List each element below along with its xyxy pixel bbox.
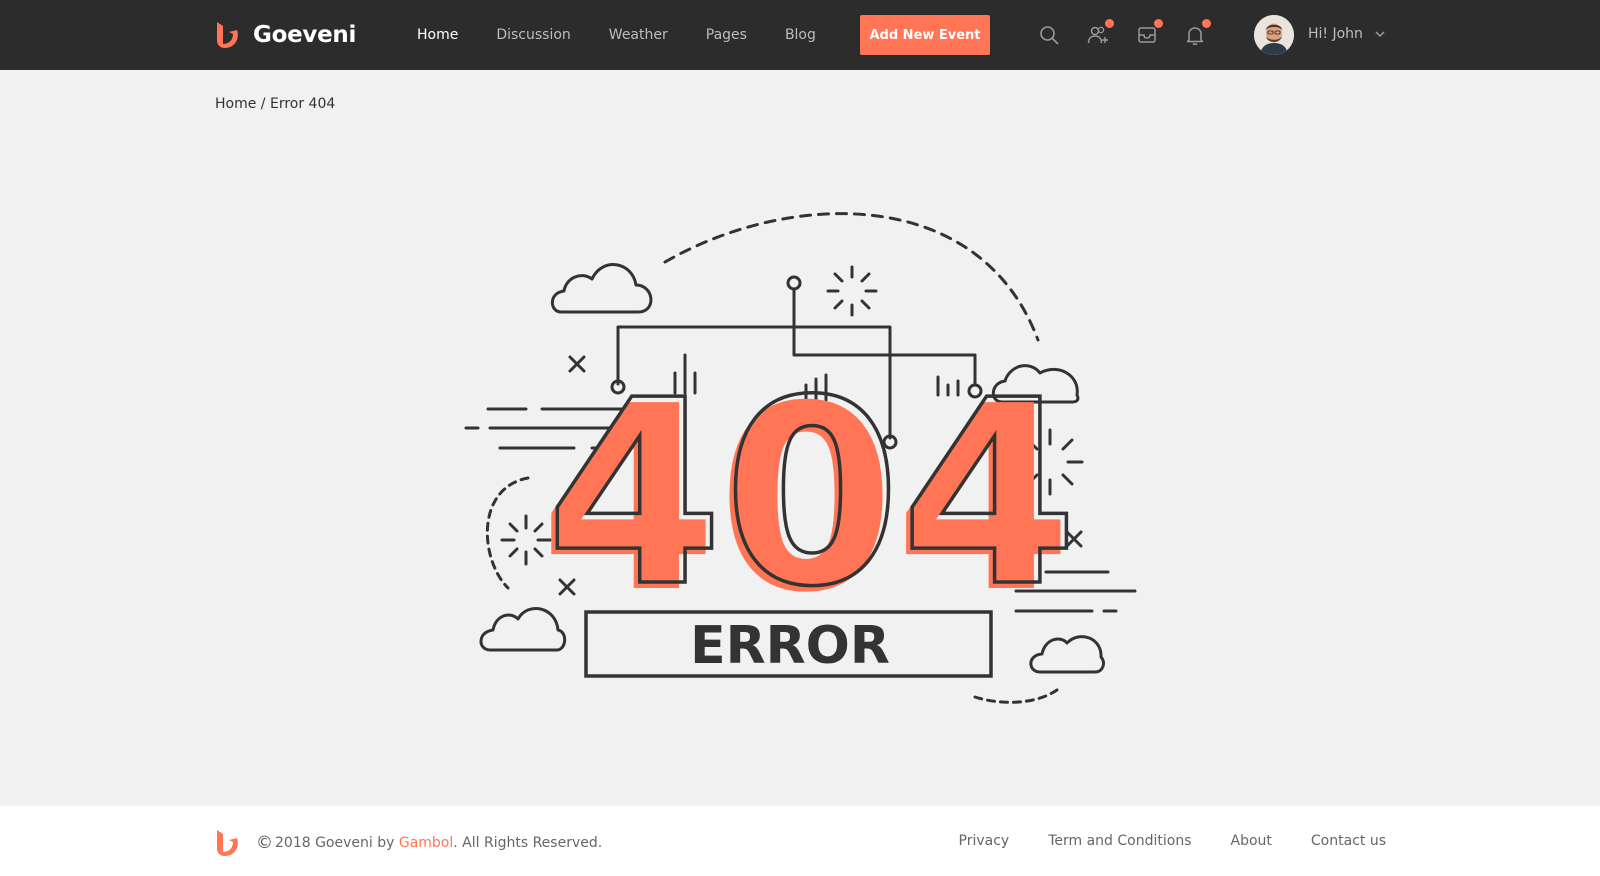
user-greeting[interactable]: Hi! John — [1308, 26, 1363, 42]
bell-icon — [1186, 27, 1204, 45]
error-code: 404 404 — [540, 344, 1080, 649]
dashed-arc-left — [485, 476, 530, 590]
nav-item-home[interactable]: Home — [417, 27, 458, 43]
friends-icon — [1087, 26, 1108, 44]
copyright-text: © 2018 Goeveni by Gambol . All Rights Re… — [256, 833, 602, 853]
footer-link-contact[interactable]: Contact us — [1311, 833, 1386, 849]
error-label: ERROR — [690, 616, 890, 676]
error-404-illustration: 404 404 ERROR — [464, 212, 1137, 704]
brand-logo[interactable]: Goeveni — [215, 20, 356, 50]
breadcrumb-separator: / — [260, 96, 266, 112]
footer-link-about[interactable]: About — [1231, 833, 1272, 849]
avatar[interactable] — [1254, 15, 1294, 55]
nav-item-pages[interactable]: Pages — [706, 27, 747, 43]
breadcrumb-home[interactable]: Home — [215, 96, 256, 112]
copyright-symbol: © — [256, 833, 273, 853]
copyright-suffix: . All Rights Reserved. — [453, 835, 603, 851]
notifications-button[interactable] — [1182, 19, 1211, 48]
top-header: Goeveni Home Discussion Weather Pages Bl… — [0, 0, 1600, 70]
messages-icon — [1138, 27, 1156, 43]
copyright-prefix: 2018 Goeveni by — [275, 835, 395, 851]
notification-dot — [1202, 19, 1211, 28]
search-button[interactable] — [1036, 22, 1062, 48]
breadcrumb-current: Error 404 — [269, 96, 336, 112]
nav-item-blog[interactable]: Blog — [785, 27, 816, 43]
nav-item-weather[interactable]: Weather — [609, 27, 668, 43]
add-new-event-button[interactable]: Add New Event — [860, 15, 990, 55]
brand-name: Goeveni — [253, 22, 357, 48]
chevron-down-icon[interactable] — [1374, 28, 1386, 40]
error-code-outline: 404 — [546, 346, 1078, 643]
notification-dot — [1105, 19, 1114, 28]
footer-link-terms[interactable]: Term and Conditions — [1048, 833, 1191, 849]
user-photo-icon — [1254, 15, 1294, 55]
sparkle-icon — [826, 265, 878, 317]
messages-button[interactable] — [1134, 19, 1163, 48]
circuit-node — [786, 275, 802, 291]
nav-item-discussion[interactable]: Discussion — [496, 27, 570, 43]
main-nav: Home Discussion Weather Pages Blog — [417, 0, 854, 70]
friend-requests-button[interactable] — [1085, 19, 1114, 48]
dashed-arc-bottom — [973, 688, 1059, 704]
cloud-icon — [550, 263, 653, 314]
footer-logo-icon[interactable] — [215, 828, 241, 858]
footer-links: Privacy Term and Conditions About Contac… — [920, 833, 1386, 849]
footer-link-privacy[interactable]: Privacy — [959, 833, 1010, 849]
logo-icon — [217, 22, 238, 48]
search-icon — [1040, 26, 1059, 45]
copyright-brand-link[interactable]: Gambol — [399, 835, 453, 851]
notification-dot — [1154, 19, 1163, 28]
site-footer: © 2018 Goeveni by Gambol . All Rights Re… — [0, 806, 1600, 876]
breadcrumb: Home / Error 404 — [215, 96, 335, 112]
